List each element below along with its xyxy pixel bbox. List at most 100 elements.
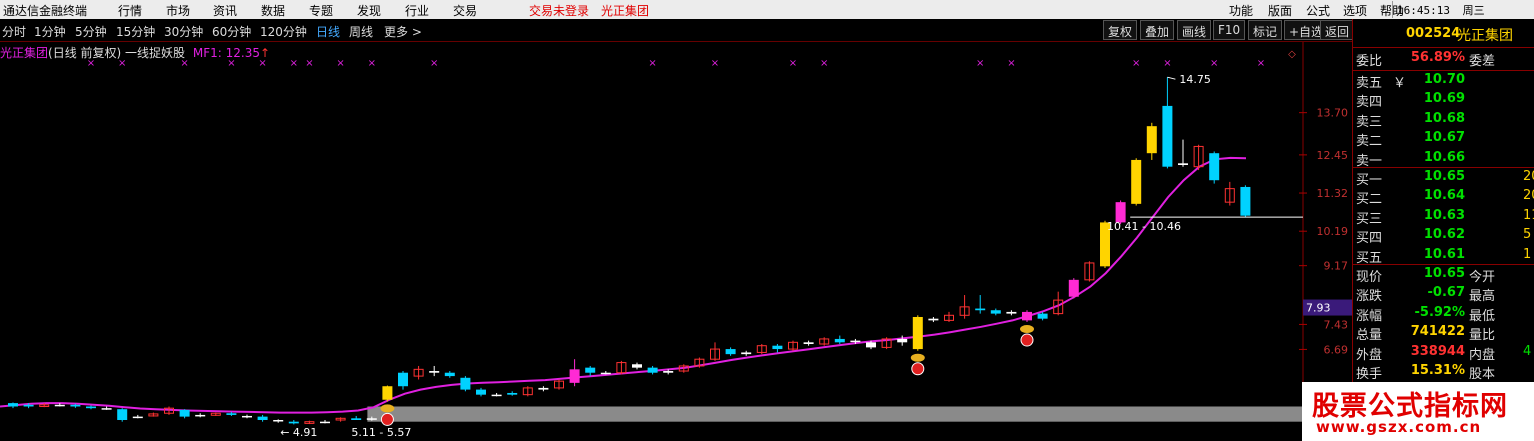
draw-button[interactable]: 画线 xyxy=(1177,20,1212,40)
menu-item-topics[interactable]: 专题 xyxy=(309,2,333,19)
sell-level-5[interactable]: 卖五 ￥ 10.70 xyxy=(1353,72,1534,91)
top-signal-marker: × xyxy=(368,58,376,69)
tab-30min[interactable]: 30分钟 xyxy=(164,23,203,40)
candle-body xyxy=(1006,311,1017,314)
mark-button[interactable]: 标记 xyxy=(1248,20,1283,40)
candle-body xyxy=(273,420,284,422)
overlay-button[interactable]: 叠加 xyxy=(1140,20,1175,40)
stat-value: 10.65 xyxy=(1423,266,1465,281)
candle-body xyxy=(585,367,596,373)
stat-label-2: 量比 xyxy=(1469,328,1496,344)
wei-bi-row: 委比 56.89% 委差 xyxy=(1353,50,1534,69)
buy-level-1[interactable]: 买一 10.65 20 xyxy=(1353,169,1534,188)
buy-level-volume: 11 xyxy=(1523,207,1534,223)
tab-daily[interactable]: 日线 xyxy=(316,23,340,40)
candle-body xyxy=(1146,126,1157,154)
stat-label-2: 股本 xyxy=(1469,367,1496,382)
menu-item-industry[interactable]: 行业 xyxy=(405,2,429,19)
buy-level-5[interactable]: 买五 10.61 1 xyxy=(1353,247,1534,266)
tab-5min[interactable]: 5分钟 xyxy=(75,23,107,40)
candle-body xyxy=(990,310,1001,314)
sell-level-price: 10.70 xyxy=(1423,72,1465,87)
menu-item-news[interactable]: 资讯 xyxy=(213,2,237,19)
wei-cha-label: 委差 xyxy=(1469,54,1496,69)
menu-item-function[interactable]: 功能 xyxy=(1229,2,1253,19)
candle-body xyxy=(975,308,986,311)
y-tick-label: 13.70 xyxy=(1317,107,1349,120)
sell-level-1[interactable]: 卖一 10.66 xyxy=(1353,150,1534,169)
candle-body xyxy=(866,342,876,348)
trade-login-status[interactable]: 交易未登录 xyxy=(529,2,589,19)
candle-body xyxy=(834,338,845,343)
kline-chart[interactable]: × × × × × × × × × × × × × × × × × × × ×◇ 13.7012.4511.3210.… xyxy=(0,42,1352,441)
candle-body xyxy=(725,349,736,355)
candle-body xyxy=(912,316,923,350)
stat-row: 外盘 338944 内盘 4 xyxy=(1353,344,1534,363)
signal-coin-icon xyxy=(1020,333,1034,347)
menu-item-quotes[interactable]: 行情 xyxy=(118,2,142,19)
menu-item-formula[interactable]: 公式 xyxy=(1306,2,1330,19)
sell-level-4[interactable]: 卖四 10.69 xyxy=(1353,91,1534,110)
menu-item-discover[interactable]: 发现 xyxy=(357,2,381,19)
sell-level-label: 卖二 xyxy=(1356,134,1383,150)
quote-header: 002524 光正集团 xyxy=(1353,19,1534,48)
top-signal-marker: × xyxy=(789,58,797,69)
candle-body xyxy=(288,421,299,424)
stat-label-2: 内盘 xyxy=(1469,347,1496,363)
tab-1min[interactable]: 1分钟 xyxy=(34,23,66,40)
f10-button[interactable]: F10 xyxy=(1213,20,1246,40)
buy-level-4[interactable]: 买四 10.62 5 xyxy=(1353,227,1534,246)
buy-level-label: 买三 xyxy=(1356,211,1383,227)
clock-time: 16:45:13 xyxy=(1397,4,1450,17)
stock-name-link[interactable]: 光正集团 xyxy=(601,2,649,19)
candle-body xyxy=(320,421,330,424)
tab-15min[interactable]: 15分钟 xyxy=(116,23,155,40)
candle-body xyxy=(257,416,268,420)
adjust-button[interactable]: 复权 xyxy=(1103,20,1138,40)
buy-level-3[interactable]: 买三 10.63 11 xyxy=(1353,208,1534,227)
candle-body xyxy=(195,414,206,417)
candle-body xyxy=(538,387,549,390)
app-title: 通达信金融终端 xyxy=(3,4,88,18)
menu-item-options[interactable]: 选项 xyxy=(1343,2,1367,19)
y-tick-label: 10.19 xyxy=(1317,225,1349,238)
candle-body xyxy=(741,352,752,355)
menu-item-layout[interactable]: 版面 xyxy=(1268,2,1292,19)
back-button[interactable]: 返回 xyxy=(1320,20,1355,40)
stat-label: 总量 xyxy=(1356,328,1383,344)
candle-body xyxy=(366,418,377,420)
sell-level-price: 10.67 xyxy=(1423,130,1465,146)
sell-level-3[interactable]: 卖三 10.68 xyxy=(1353,111,1534,130)
menu-bar: 通达信金融终端 行情 市场 资讯 数据 专题 发现 行业 交易 交易未登录 光正… xyxy=(0,0,1534,19)
candle-body xyxy=(1022,311,1032,321)
sell-level-flag: ￥ xyxy=(1393,76,1407,91)
stat-value: 15.31% xyxy=(1410,363,1465,378)
menu-item-data[interactable]: 数据 xyxy=(261,2,285,19)
candle-body xyxy=(351,418,362,420)
y-tick-label: 9.17 xyxy=(1324,260,1349,273)
top-signal-marker: × xyxy=(290,58,298,69)
tab-60min[interactable]: 60分钟 xyxy=(212,23,251,40)
candle-body xyxy=(1240,186,1251,216)
sell-level-2[interactable]: 卖二 10.67 xyxy=(1353,130,1534,149)
candle-body xyxy=(850,340,861,343)
candle-body xyxy=(429,371,440,373)
candle-body xyxy=(398,372,408,387)
candle-body xyxy=(1209,153,1220,181)
candle-body xyxy=(647,367,658,373)
buy-level-2[interactable]: 买二 10.64 20 xyxy=(1353,188,1534,207)
candle-body xyxy=(54,404,65,407)
buy-level-volume: 20 xyxy=(1523,169,1534,184)
menu-item-trade[interactable]: 交易 xyxy=(453,2,477,19)
sell-level-label: 卖五 xyxy=(1356,76,1383,91)
tab-timeshare[interactable]: 分时 xyxy=(2,23,26,40)
tab-more[interactable]: 更多 > xyxy=(384,23,422,40)
stat-row: 现价 10.65 今开 xyxy=(1353,266,1534,285)
tab-120min[interactable]: 120分钟 xyxy=(260,23,307,40)
menu-item-market[interactable]: 市场 xyxy=(166,2,190,19)
buy-level-volume: 20 xyxy=(1523,188,1534,204)
buy-level-price: 10.65 xyxy=(1423,169,1465,184)
formula-name: 一线捉妖股 xyxy=(125,46,186,60)
tab-weekly[interactable]: 周线 xyxy=(349,23,373,40)
low-price-label: ← 4.91 xyxy=(280,426,317,439)
